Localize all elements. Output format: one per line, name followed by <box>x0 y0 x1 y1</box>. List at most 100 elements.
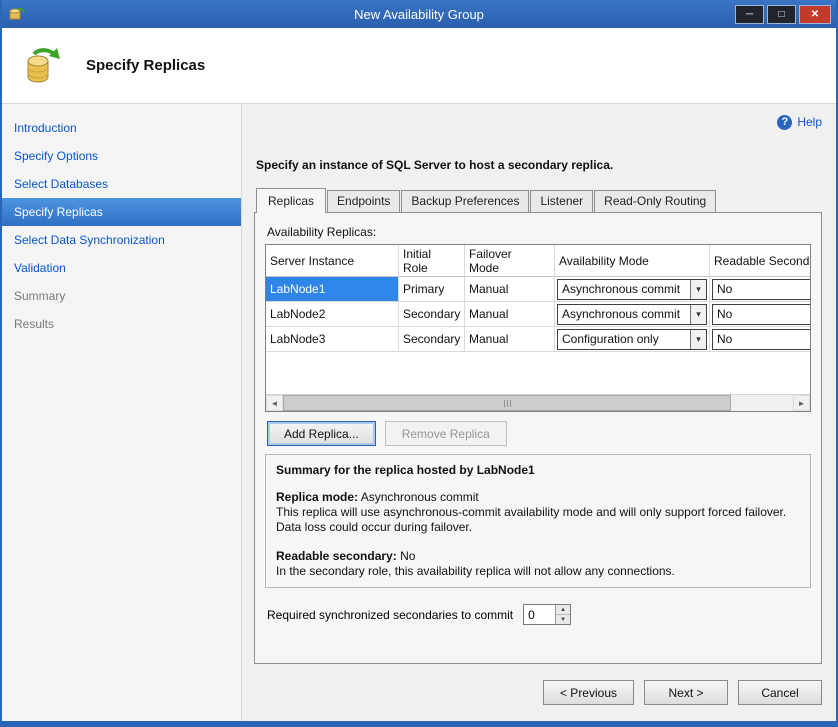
sidebar-item-validation[interactable]: Validation <box>2 254 241 282</box>
readable-secondary-select[interactable]: No ▾ <box>712 329 811 350</box>
scrollbar-grip-icon <box>510 400 511 407</box>
availability-mode-select[interactable]: Asynchronous commit ▾ <box>557 304 707 325</box>
scrollbar-grip-icon <box>507 400 508 407</box>
replica-mode-value: Asynchronous commit <box>361 490 479 504</box>
cell-initial-role: Primary <box>399 277 465 302</box>
spinner-down-icon[interactable]: ▼ <box>556 615 570 624</box>
availability-mode-select[interactable]: Configuration only ▾ <box>557 329 707 350</box>
readable-secondary-select[interactable]: No ▾ <box>712 304 811 325</box>
column-header-server-instance[interactable]: Server Instance <box>266 245 399 277</box>
table-header-row: Server Instance Initial Role Failover Mo… <box>266 245 810 277</box>
maximize-button[interactable]: □ <box>767 5 796 24</box>
replicas-tab-page: Availability Replicas: Server Instance I… <box>254 212 822 664</box>
column-header-failover-mode[interactable]: Failover Mode <box>465 245 555 277</box>
spinner-up-icon[interactable]: ▲ <box>556 605 570 615</box>
readable-secondary-value: No <box>400 549 415 563</box>
column-header-initial-role[interactable]: Initial Role <box>399 245 465 277</box>
replicas-table: Server Instance Initial Role Failover Mo… <box>265 244 811 412</box>
column-header-availability-mode[interactable]: Availability Mode <box>555 245 710 277</box>
tab-replicas[interactable]: Replicas <box>256 188 326 213</box>
combo-value: No <box>713 332 811 346</box>
add-replica-button[interactable]: Add Replica... <box>267 421 376 446</box>
combo-value: Configuration only <box>558 332 690 346</box>
quorum-input[interactable] <box>524 605 555 624</box>
cell-readable-secondary: No ▾ <box>710 277 811 302</box>
sidebar-item-introduction[interactable]: Introduction <box>2 114 241 142</box>
scrollbar-grip-icon <box>504 400 505 407</box>
replica-mode-description: This replica will use asynchronous-commi… <box>276 505 800 535</box>
cell-readable-secondary: No ▾ <box>710 327 811 352</box>
help-link[interactable]: Help <box>797 115 822 129</box>
wizard-footer: < Previous Next > Cancel <box>254 680 822 721</box>
cell-initial-role: Secondary <box>399 302 465 327</box>
column-header-readable-secondary[interactable]: Readable Secondary <box>710 245 811 277</box>
availability-group-icon <box>20 43 66 89</box>
availability-replicas-label: Availability Replicas: <box>267 225 811 239</box>
cell-availability-mode: Asynchronous commit ▾ <box>555 277 710 302</box>
window-title: New Availability Group <box>2 7 836 22</box>
availability-mode-select[interactable]: Asynchronous commit ▾ <box>557 279 707 300</box>
tab-read-only-routing[interactable]: Read-Only Routing <box>594 190 716 212</box>
replica-summary-panel: Summary for the replica hosted by LabNod… <box>265 454 811 588</box>
scroll-left-icon[interactable]: ◄ <box>266 395 283 411</box>
chevron-down-icon[interactable]: ▾ <box>690 305 706 324</box>
summary-title: Summary for the replica hosted by LabNod… <box>276 463 800 478</box>
previous-button[interactable]: < Previous <box>543 680 634 705</box>
instruction-text: Specify an instance of SQL Server to hos… <box>256 158 822 172</box>
table-row: LabNode2 Secondary Manual Asynchronous c… <box>266 302 810 327</box>
cell-failover-mode: Manual <box>465 327 555 352</box>
next-button[interactable]: Next > <box>644 680 728 705</box>
cell-initial-role: Secondary <box>399 327 465 352</box>
wizard-header: Specify Replicas <box>2 28 836 104</box>
main-content: ? Help Specify an instance of SQL Server… <box>242 104 836 721</box>
wizard-window: New Availability Group ─ □ ✕ Specify Rep… <box>0 0 838 727</box>
combo-value: No <box>713 307 811 321</box>
readable-secondary-select[interactable]: No ▾ <box>712 279 811 300</box>
spinner-arrows: ▲ ▼ <box>555 605 570 624</box>
window-controls: ─ □ ✕ <box>735 5 836 24</box>
tab-listener[interactable]: Listener <box>530 190 593 212</box>
sidebar-item-specify-options[interactable]: Specify Options <box>2 142 241 170</box>
sidebar-item-select-databases[interactable]: Select Databases <box>2 170 241 198</box>
cell-server-instance[interactable]: LabNode2 <box>266 302 399 327</box>
sidebar-item-results: Results <box>2 310 241 338</box>
scrollbar-thumb[interactable] <box>283 395 731 411</box>
cell-server-instance[interactable]: LabNode3 <box>266 327 399 352</box>
tab-strip: Replicas Endpoints Backup Preferences Li… <box>256 188 822 212</box>
readable-secondary-line: Readable secondary: No <box>276 549 800 564</box>
combo-value: Asynchronous commit <box>558 282 690 296</box>
tab-backup-preferences[interactable]: Backup Preferences <box>401 190 529 212</box>
remove-replica-button: Remove Replica <box>385 421 507 446</box>
title-bar: New Availability Group ─ □ ✕ <box>2 0 836 28</box>
combo-value: No <box>713 282 811 296</box>
help-row: ? Help <box>254 112 822 132</box>
quorum-row: Required synchronized secondaries to com… <box>267 604 811 625</box>
minimize-button[interactable]: ─ <box>735 5 764 24</box>
scroll-right-icon[interactable]: ► <box>793 395 810 411</box>
cancel-button[interactable]: Cancel <box>738 680 822 705</box>
table-row: LabNode1 Primary Manual Asynchronous com… <box>266 277 810 302</box>
replica-buttons-row: Add Replica... Remove Replica <box>267 421 811 446</box>
sidebar-item-select-data-synchronization[interactable]: Select Data Synchronization <box>2 226 241 254</box>
scrollbar-track[interactable] <box>731 395 793 411</box>
cell-failover-mode: Manual <box>465 277 555 302</box>
chevron-down-icon[interactable]: ▾ <box>690 280 706 299</box>
horizontal-scrollbar: ◄ ► <box>266 394 810 411</box>
help-icon[interactable]: ? <box>777 115 792 130</box>
cell-availability-mode: Configuration only ▾ <box>555 327 710 352</box>
tab-endpoints[interactable]: Endpoints <box>327 190 400 212</box>
cell-failover-mode: Manual <box>465 302 555 327</box>
sidebar-item-specify-replicas[interactable]: Specify Replicas <box>2 198 241 226</box>
quorum-spinner: ▲ ▼ <box>523 604 571 625</box>
chevron-down-icon[interactable]: ▾ <box>690 330 706 349</box>
cell-readable-secondary: No ▾ <box>710 302 811 327</box>
close-button[interactable]: ✕ <box>799 5 831 24</box>
readable-secondary-label: Readable secondary: <box>276 549 397 563</box>
readable-secondary-description: In the secondary role, this availability… <box>276 564 800 579</box>
wizard-steps-sidebar: Introduction Specify Options Select Data… <box>2 104 242 721</box>
cell-server-instance[interactable]: LabNode1 <box>266 277 399 302</box>
page-title: Specify Replicas <box>86 57 205 74</box>
quorum-label: Required synchronized secondaries to com… <box>267 608 513 622</box>
app-icon <box>9 6 25 22</box>
replica-mode-label: Replica mode: <box>276 490 358 504</box>
